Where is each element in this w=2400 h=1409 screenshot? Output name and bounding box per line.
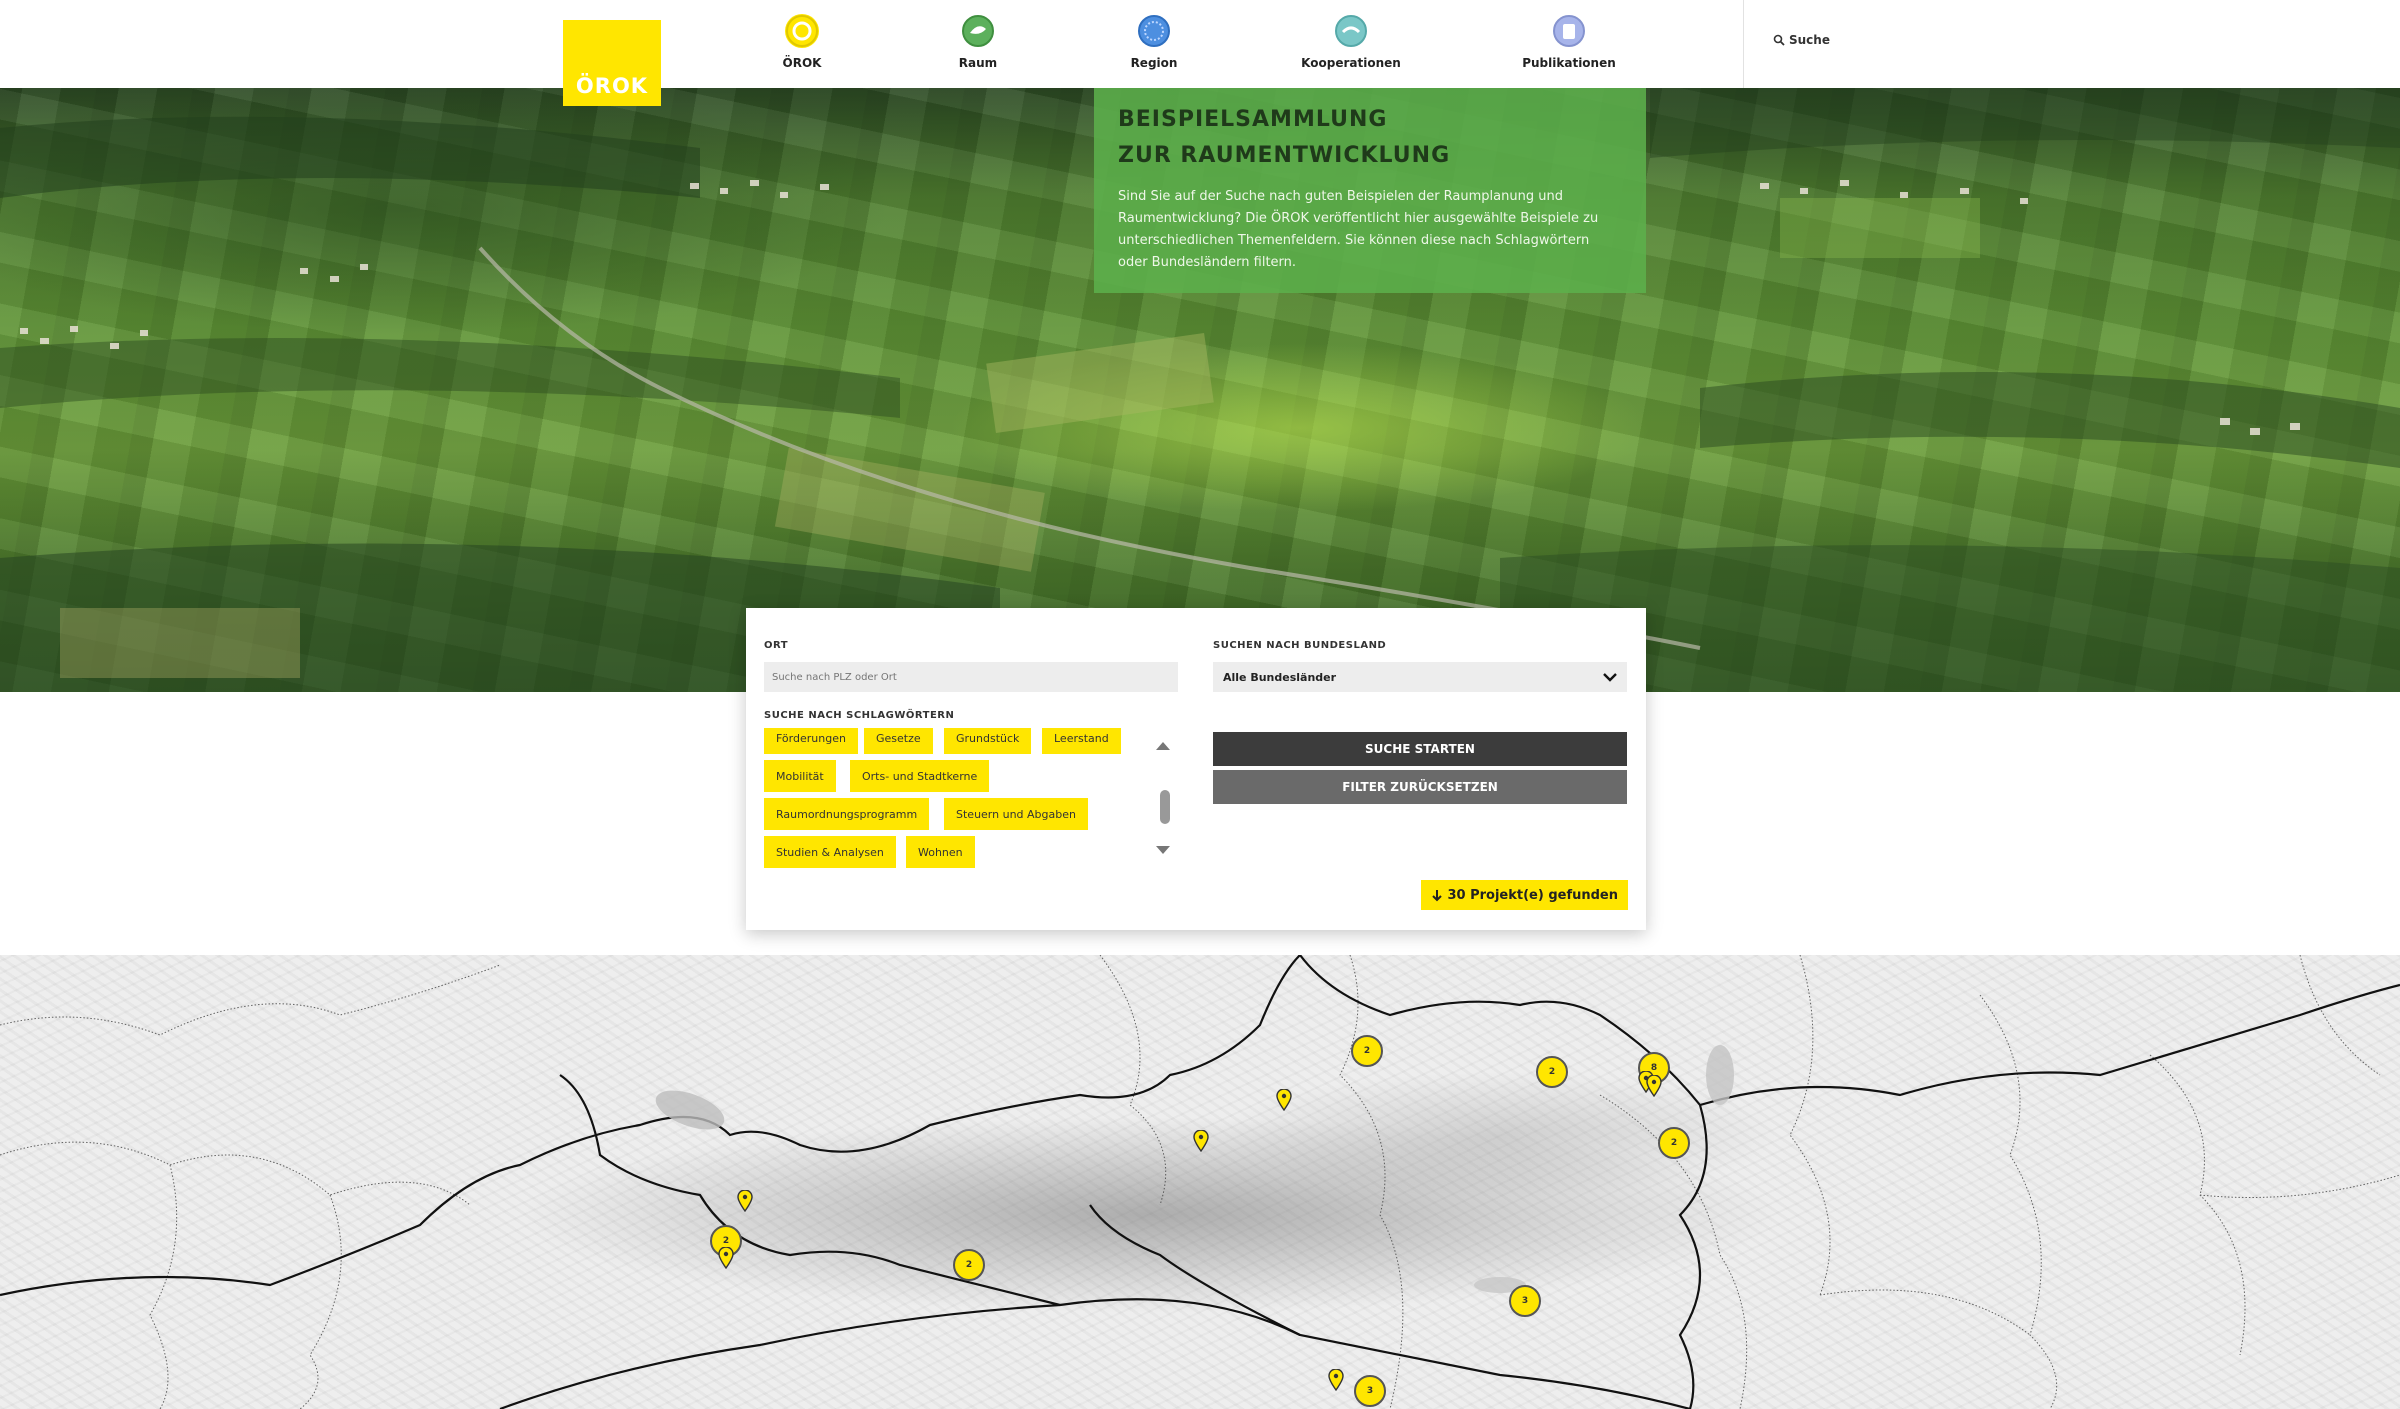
tag-scrollbar-thumb[interactable] (1160, 790, 1170, 824)
site-header: ÖROK Raum Region Kooperationen Publikati… (0, 0, 2400, 88)
raum-circle-icon (961, 14, 995, 48)
results-found-badge[interactable]: 30 Projekt(e) gefunden (1421, 880, 1628, 910)
nav-region[interactable]: Region (1079, 14, 1229, 70)
chevron-down-icon (1603, 673, 1617, 682)
map-cluster-marker[interactable]: 3 (1509, 1285, 1541, 1317)
nav-orok[interactable]: ÖROK (727, 14, 877, 70)
reset-filter-button[interactable]: FILTER ZURÜCKSETZEN (1213, 770, 1627, 804)
map-pin-icon[interactable] (1646, 1075, 1662, 1097)
keyword-tag[interactable]: Grundstück (944, 728, 1032, 754)
bundesland-label: SUCHEN NACH BUNDESLAND (1213, 640, 1387, 651)
keyword-tag[interactable]: Gesetze (864, 728, 933, 754)
tag-scroll-down-arrow[interactable] (1156, 846, 1170, 854)
nav-label: Raum (958, 56, 998, 70)
hero-title-line-2: ZUR RAUMENTWICKLUNG (1118, 143, 1451, 168)
keyword-tag[interactable]: Studien & Analysen (764, 836, 896, 868)
results-found-text: 30 Projekt(e) gefunden (1447, 887, 1618, 903)
keyword-tag[interactable]: Wohnen (906, 836, 975, 868)
map-pin-icon[interactable] (1193, 1130, 1209, 1152)
hero-description: Sind Sie auf der Suche nach guten Beispi… (1118, 189, 1599, 270)
map-pin-icon[interactable] (737, 1190, 753, 1212)
bundesland-select-value: Alle Bundesländer (1223, 670, 1337, 684)
projects-map[interactable]: 2 2 8 2 2 2 3 3 (0, 955, 2400, 1409)
ort-label: ORT (764, 640, 789, 651)
publikationen-circle-icon (1552, 14, 1586, 48)
keyword-tag[interactable]: Förderungen (764, 728, 858, 754)
keyword-tag[interactable]: Orts- und Stadtkerne (850, 760, 990, 792)
keyword-tag-list: Förderungen Gesetze Grundstück Leerstand… (764, 728, 1134, 876)
keyword-tag[interactable]: Leerstand (1042, 728, 1121, 754)
keywords-label: SUCHE NACH SCHLAGWÖRTERN (764, 710, 955, 721)
map-cluster-marker[interactable]: 2 (1658, 1127, 1690, 1159)
logo-text: ÖROK (575, 74, 649, 98)
header-search-link[interactable]: Suche (1773, 33, 1830, 47)
keyword-tag[interactable]: Steuern und Abgaben (944, 798, 1088, 830)
map-cluster-marker[interactable]: 2 (1351, 1035, 1383, 1067)
nav-label: Kooperationen (1301, 56, 1401, 70)
arrow-down-icon (1432, 889, 1443, 901)
nav-raum[interactable]: Raum (903, 14, 1053, 70)
map-cluster-marker[interactable]: 3 (1354, 1375, 1386, 1407)
map-pin-icon[interactable] (1328, 1369, 1344, 1391)
ort-search-input[interactable] (764, 662, 1178, 692)
keyword-tag[interactable]: Mobilität (764, 760, 836, 792)
map-cluster-marker[interactable]: 2 (953, 1249, 985, 1281)
search-link-label: Suche (1789, 33, 1830, 47)
map-cluster-marker[interactable]: 2 (1536, 1056, 1568, 1088)
nav-label: Region (1130, 56, 1178, 70)
map-pin-icon[interactable] (1276, 1089, 1292, 1111)
hero-title-line-1: BEISPIELSAMMLUNG (1118, 107, 1388, 132)
search-filter-panel: ORT SUCHEN NACH BUNDESLAND Alle Bundeslä… (746, 608, 1646, 930)
map-boundaries (0, 955, 2400, 1409)
keyword-tag[interactable]: Raumordnungsprogramm (764, 798, 930, 830)
orok-circle-icon (785, 14, 819, 48)
map-pin-icon[interactable] (718, 1247, 734, 1269)
nav-label: ÖROK (782, 56, 822, 70)
kooperationen-circle-icon (1334, 14, 1368, 48)
nav-label: Publikationen (1522, 56, 1616, 70)
hero-intro-box: BEISPIELSAMMLUNG ZUR RAUMENTWICKLUNG Sin… (1094, 88, 1646, 293)
search-icon (1773, 34, 1785, 46)
start-search-button[interactable]: SUCHE STARTEN (1213, 732, 1627, 766)
tag-scroll-up-arrow[interactable] (1156, 742, 1170, 750)
region-circle-icon (1137, 14, 1171, 48)
bundesland-select[interactable]: Alle Bundesländer (1213, 662, 1627, 692)
header-divider (1743, 0, 1744, 88)
nav-kooperationen[interactable]: Kooperationen (1276, 14, 1426, 70)
hero-landscape-image: BEISPIELSAMMLUNG ZUR RAUMENTWICKLUNG Sin… (0, 88, 2400, 692)
nav-publikationen[interactable]: Publikationen (1494, 14, 1644, 70)
orok-logo[interactable]: ÖROK (563, 20, 661, 106)
